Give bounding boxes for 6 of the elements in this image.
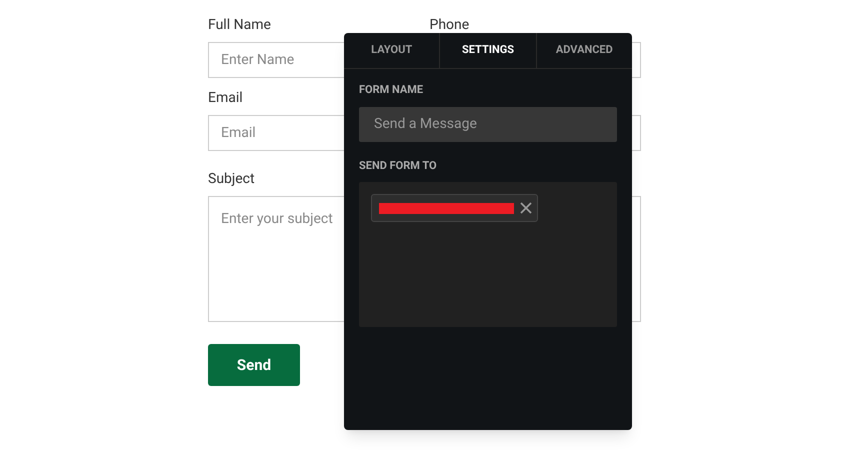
field-label: Subject — [208, 170, 255, 189]
field-label: Full Name — [208, 16, 271, 35]
field-label: Phone — [430, 16, 470, 35]
field-label: Email — [208, 89, 243, 108]
section-label: FORM NAME — [359, 82, 424, 98]
section-label: SEND FORM TO — [359, 158, 438, 174]
